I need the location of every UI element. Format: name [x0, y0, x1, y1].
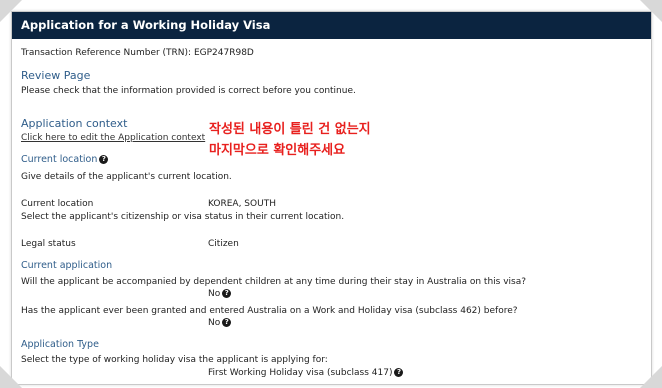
- review-page-title: Review Page: [21, 69, 91, 82]
- previous-462-answer: No?: [208, 318, 232, 329]
- help-icon[interactable]: ?: [394, 368, 404, 377]
- previous-462-value: No: [208, 318, 221, 328]
- help-icon[interactable]: ?: [222, 318, 232, 327]
- current-location-label: Current location: [21, 199, 94, 209]
- citizenship-prompt: Select the applicant's citizenship or vi…: [21, 212, 345, 222]
- page-curl-bottom-left: [0, 366, 22, 388]
- window-title: Application for a Working Holiday Visa: [12, 12, 651, 39]
- legal-status-label: Legal status: [21, 239, 76, 249]
- application-type-answer: First Working Holiday visa (subclass 417…: [208, 368, 404, 379]
- dependent-children-question: Will the applicant be accompanied by dep…: [21, 277, 527, 287]
- edit-application-context-link[interactable]: Click here to edit the Application conte…: [21, 133, 205, 144]
- application-type-prompt: Select the type of working holiday visa …: [21, 355, 328, 365]
- application-context-title: Application context: [21, 117, 128, 130]
- trn-label: Transaction Reference Number (TRN): EGP2…: [21, 48, 254, 58]
- current-application-title: Current application: [21, 260, 113, 271]
- page-curl-top-right: [640, 0, 662, 22]
- application-type-value: First Working Holiday visa (subclass 417…: [208, 368, 393, 378]
- current-location-description: Give details of the applicant's current …: [21, 172, 232, 182]
- help-icon[interactable]: ?: [222, 289, 232, 298]
- current-location-value: KOREA, SOUTH: [208, 199, 276, 209]
- page-curl-bottom-right: [640, 366, 662, 388]
- current-location-title: Current location: [21, 154, 98, 165]
- help-icon[interactable]: ?: [99, 155, 109, 164]
- dependent-children-answer: No?: [208, 289, 232, 300]
- annotation-line-1: 작성된 내용이 틀린 건 없는지: [209, 122, 371, 137]
- previous-462-question: Has the applicant ever been granted and …: [21, 306, 518, 316]
- visa-application-window: Application for a Working Holiday Visa T…: [11, 11, 652, 385]
- review-instructions: Please check that the information provid…: [21, 86, 356, 96]
- current-location-heading: Current location?: [21, 154, 109, 165]
- annotation-line-2: 마지막으로 확인해주세요: [209, 143, 346, 158]
- dependent-children-value: No: [208, 289, 221, 299]
- application-type-title: Application Type: [21, 339, 99, 350]
- legal-status-value: Citizen: [208, 239, 239, 249]
- page-curl-top-left: [0, 0, 22, 22]
